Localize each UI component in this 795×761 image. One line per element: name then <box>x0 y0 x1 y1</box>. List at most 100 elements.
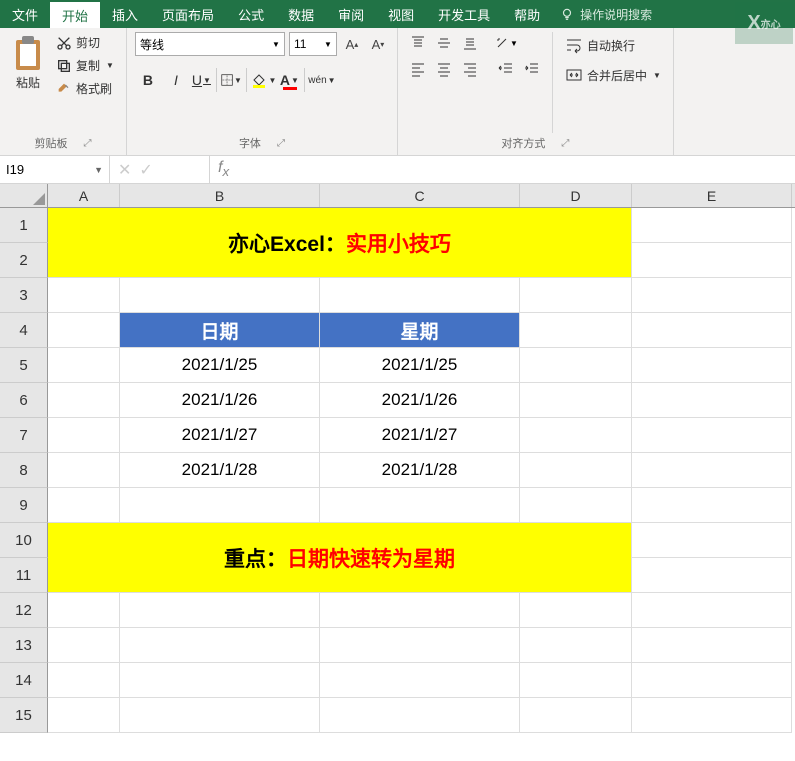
cell-e7[interactable] <box>632 418 792 453</box>
formula-input[interactable] <box>237 156 795 183</box>
cell-b9[interactable] <box>120 488 320 523</box>
cell-d5[interactable] <box>520 348 632 383</box>
col-header-e[interactable]: E <box>632 184 792 207</box>
cell-c13[interactable] <box>320 628 520 663</box>
cell-a13[interactable] <box>48 628 120 663</box>
cell-e10[interactable] <box>632 523 792 558</box>
cell-b12[interactable] <box>120 593 320 628</box>
cell-c12[interactable] <box>320 593 520 628</box>
cell-c4[interactable]: 星期 <box>320 313 520 348</box>
font-size-select[interactable]: 11▼ <box>289 32 337 56</box>
col-header-b[interactable]: B <box>120 184 320 207</box>
cell-e6[interactable] <box>632 383 792 418</box>
row-header-2[interactable]: 2 <box>0 243 48 278</box>
cell-b7[interactable]: 2021/1/27 <box>120 418 320 453</box>
font-color-button[interactable]: A▼ <box>279 68 305 92</box>
cell-d7[interactable] <box>520 418 632 453</box>
merged-footer-cell[interactable]: 重点：日期快速转为星期 <box>48 523 632 593</box>
cell-e3[interactable] <box>632 278 792 313</box>
decrease-indent-button[interactable] <box>494 58 518 80</box>
tab-file[interactable]: 文件 <box>0 0 50 28</box>
increase-font-button[interactable]: A▴ <box>341 32 363 56</box>
row-header-7[interactable]: 7 <box>0 418 48 453</box>
cell-e12[interactable] <box>632 593 792 628</box>
align-center-button[interactable] <box>432 58 456 80</box>
increase-indent-button[interactable] <box>520 58 544 80</box>
decrease-font-button[interactable]: A▾ <box>367 32 389 56</box>
cell-d15[interactable] <box>520 698 632 733</box>
cell-a5[interactable] <box>48 348 120 383</box>
cell-b3[interactable] <box>120 278 320 313</box>
cell-d13[interactable] <box>520 628 632 663</box>
paste-button[interactable]: 粘贴 <box>8 32 48 133</box>
cell-d4[interactable] <box>520 313 632 348</box>
cell-b4[interactable]: 日期 <box>120 313 320 348</box>
row-header-6[interactable]: 6 <box>0 383 48 418</box>
align-right-button[interactable] <box>458 58 482 80</box>
cell-b5[interactable]: 2021/1/25 <box>120 348 320 383</box>
font-expand-icon[interactable]: ⤢ <box>277 138 285 149</box>
orientation-button[interactable]: ▼ <box>494 32 518 54</box>
cell-c9[interactable] <box>320 488 520 523</box>
align-middle-button[interactable] <box>432 32 456 54</box>
cell-b6[interactable]: 2021/1/26 <box>120 383 320 418</box>
col-header-c[interactable]: C <box>320 184 520 207</box>
cancel-formula-icon[interactable]: ✕ <box>118 160 131 180</box>
cell-e13[interactable] <box>632 628 792 663</box>
cell-b13[interactable] <box>120 628 320 663</box>
cell-e1[interactable] <box>632 208 792 243</box>
cell-e11[interactable] <box>632 558 792 593</box>
cell-d14[interactable] <box>520 663 632 698</box>
row-header-4[interactable]: 4 <box>0 313 48 348</box>
cell-a3[interactable] <box>48 278 120 313</box>
cell-a15[interactable] <box>48 698 120 733</box>
cell-d3[interactable] <box>520 278 632 313</box>
cell-d12[interactable] <box>520 593 632 628</box>
cell-e8[interactable] <box>632 453 792 488</box>
wrap-text-button[interactable]: 自动换行 <box>561 32 665 58</box>
row-header-12[interactable]: 12 <box>0 593 48 628</box>
tab-page-layout[interactable]: 页面布局 <box>150 0 226 28</box>
cell-e2[interactable] <box>632 243 792 278</box>
tab-data[interactable]: 数据 <box>276 0 326 28</box>
col-header-d[interactable]: D <box>520 184 632 207</box>
merge-center-button[interactable]: 合并后居中▼ <box>561 62 665 88</box>
name-box[interactable]: I19 ▼ <box>0 156 110 183</box>
align-top-button[interactable] <box>406 32 430 54</box>
alignment-expand-icon[interactable]: ⤢ <box>561 138 569 149</box>
fx-icon[interactable]: fx <box>210 156 237 183</box>
cell-c6[interactable]: 2021/1/26 <box>320 383 520 418</box>
row-header-15[interactable]: 15 <box>0 698 48 733</box>
cell-a4[interactable] <box>48 313 120 348</box>
phonetic-button[interactable]: wén▼ <box>309 68 335 92</box>
italic-button[interactable]: I <box>163 68 189 92</box>
copy-button[interactable]: 复制▼ <box>52 55 118 76</box>
borders-button[interactable]: ▼ <box>221 68 247 92</box>
cut-button[interactable]: 剪切 <box>52 32 118 53</box>
merged-title-cell[interactable]: 亦心Excel：实用小技巧 <box>48 208 632 278</box>
cell-a8[interactable] <box>48 453 120 488</box>
tab-insert[interactable]: 插入 <box>100 0 150 28</box>
cell-e15[interactable] <box>632 698 792 733</box>
cell-a9[interactable] <box>48 488 120 523</box>
clipboard-expand-icon[interactable]: ⤢ <box>83 138 91 149</box>
cell-c14[interactable] <box>320 663 520 698</box>
select-all-corner[interactable] <box>0 184 48 207</box>
row-header-1[interactable]: 1 <box>0 208 48 243</box>
cell-d8[interactable] <box>520 453 632 488</box>
row-header-13[interactable]: 13 <box>0 628 48 663</box>
cell-b8[interactable]: 2021/1/28 <box>120 453 320 488</box>
cell-e4[interactable] <box>632 313 792 348</box>
cell-e9[interactable] <box>632 488 792 523</box>
bold-button[interactable]: B <box>135 68 161 92</box>
cell-a14[interactable] <box>48 663 120 698</box>
cell-b14[interactable] <box>120 663 320 698</box>
row-header-3[interactable]: 3 <box>0 278 48 313</box>
cell-a7[interactable] <box>48 418 120 453</box>
cell-b15[interactable] <box>120 698 320 733</box>
cell-c3[interactable] <box>320 278 520 313</box>
cell-c5[interactable]: 2021/1/25 <box>320 348 520 383</box>
cell-e5[interactable] <box>632 348 792 383</box>
cell-d9[interactable] <box>520 488 632 523</box>
tab-review[interactable]: 审阅 <box>326 0 376 28</box>
